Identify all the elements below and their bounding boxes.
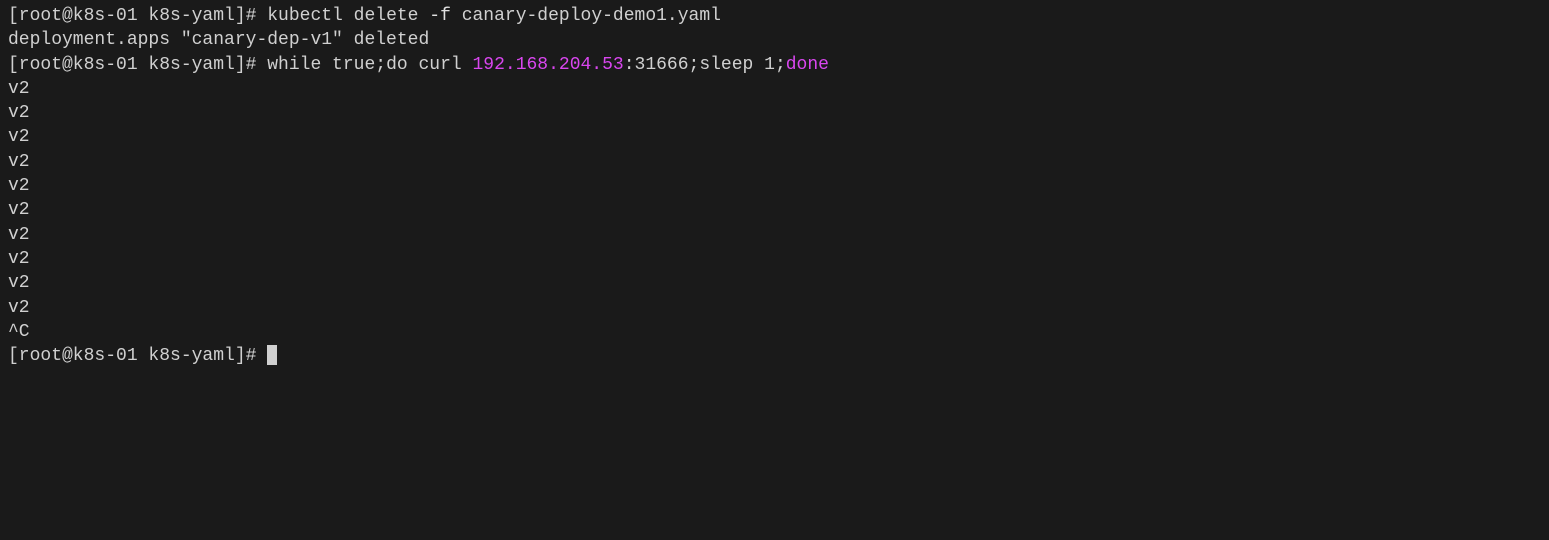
interrupt-line: ^C [8,320,1541,344]
output-line: v2 [8,174,1541,198]
output-line: v2 [8,125,1541,149]
output-line: v2 [8,247,1541,271]
command-line-2: [root@k8s-01 k8s-yaml]# while true;do cu… [8,53,1541,77]
prompt: [root@k8s-01 k8s-yaml]# [8,346,267,366]
output-line: v2 [8,77,1541,101]
output-line: v2 [8,296,1541,320]
terminal[interactable]: [root@k8s-01 k8s-yaml]# kubectl delete -… [8,4,1541,368]
flag: -f [429,6,451,26]
output-line: v2 [8,198,1541,222]
prompt: [root@k8s-01 k8s-yaml]# [8,6,267,26]
command-text: :31666;sleep 1; [624,55,786,75]
keyword-done: done [786,55,829,75]
output-container: v2v2v2v2v2v2v2v2v2v2 [8,77,1541,320]
prompt-line: [root@k8s-01 k8s-yaml]# [8,344,1541,368]
command-text: kubectl delete [267,6,429,26]
ip-address: 192.168.204.53 [472,55,623,75]
output-line: v2 [8,101,1541,125]
output-line: v2 [8,271,1541,295]
output-line: v2 [8,150,1541,174]
output-line: v2 [8,223,1541,247]
command-text: while true;do curl [267,55,472,75]
cursor-icon [267,345,277,365]
output-line: deployment.apps "canary-dep-v1" deleted [8,28,1541,52]
command-text: canary-deploy-demo1.yaml [451,6,721,26]
command-line-1: [root@k8s-01 k8s-yaml]# kubectl delete -… [8,4,1541,28]
prompt: [root@k8s-01 k8s-yaml]# [8,55,267,75]
